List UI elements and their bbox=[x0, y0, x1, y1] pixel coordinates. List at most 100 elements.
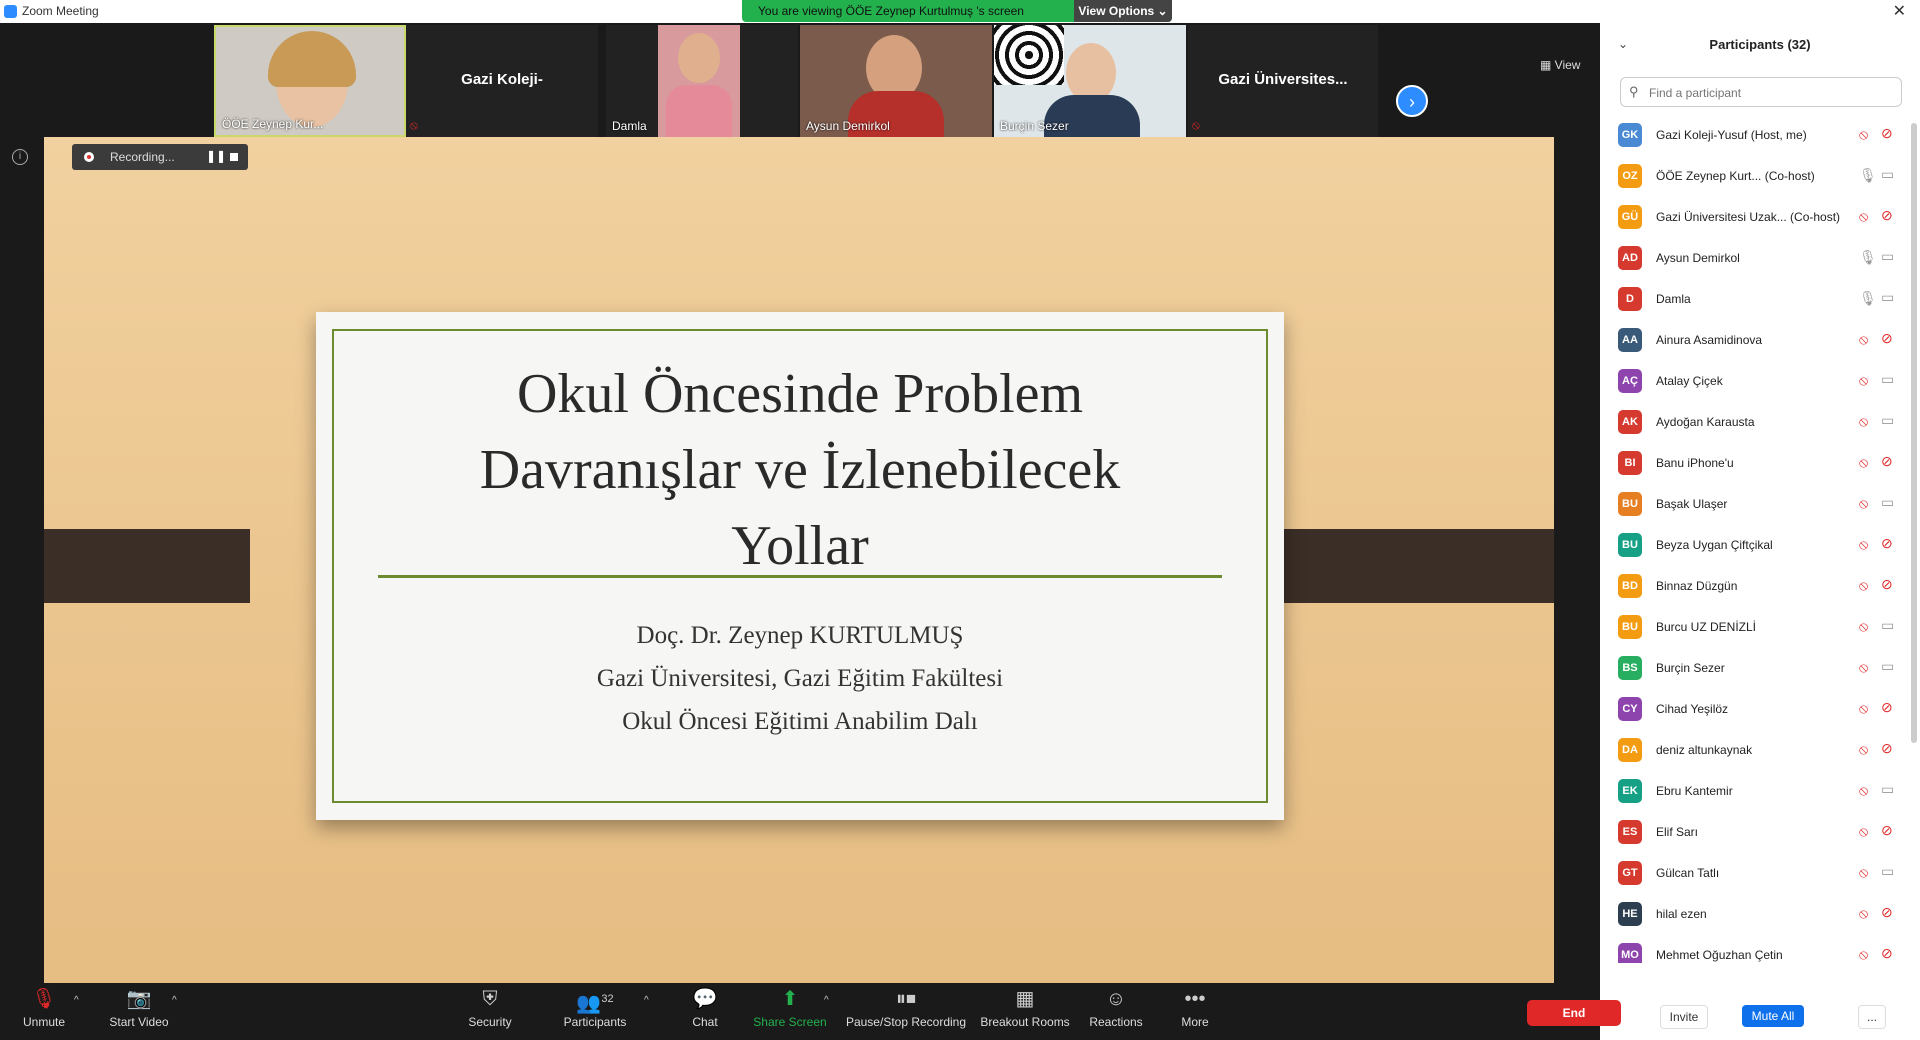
participant-row[interactable]: BI Banu iPhone'u ⦸ ⊘ bbox=[1600, 443, 1912, 484]
participant-row[interactable]: EK Ebru Kantemir ⦸ ▭ bbox=[1600, 771, 1912, 812]
video-off-icon: ⊘ bbox=[1881, 330, 1893, 346]
video-icon: ▭ bbox=[1881, 248, 1895, 264]
participant-name: ÖÖE Zeynep Kurt... (Co-host) bbox=[1656, 169, 1815, 183]
end-meeting-button[interactable]: End bbox=[1527, 1000, 1621, 1026]
video-tile-name: Aysun Demirkol bbox=[806, 119, 890, 133]
participant-row[interactable]: AK Aydoğan Karausta ⦸ ▭ bbox=[1600, 402, 1912, 443]
unmute-label: Unmute bbox=[22, 1015, 66, 1029]
mute-all-button[interactable]: Mute All bbox=[1742, 1005, 1804, 1027]
participants-panel: ⌄ Participants (32) ⚲ GKGazi Koleji-Yusu… bbox=[1600, 23, 1920, 1040]
participant-name: Damla bbox=[1656, 292, 1691, 306]
participant-row[interactable]: HE hilal ezen ⦸ ⊘ bbox=[1600, 894, 1912, 935]
muted-mic-icon: ⦸ bbox=[1859, 495, 1869, 511]
stop-recording-icon[interactable] bbox=[230, 153, 238, 161]
participant-row[interactable]: BS Burçin Sezer ⦸ ▭ bbox=[1600, 648, 1912, 689]
more-options-button[interactable]: ... bbox=[1858, 1005, 1886, 1029]
view-options-button[interactable]: View Options ⌄ bbox=[1074, 0, 1172, 22]
participant-name: Gazi Koleji-Yusuf (Host, me) bbox=[1656, 128, 1807, 142]
invite-button[interactable]: Invite bbox=[1660, 1005, 1708, 1029]
security-button[interactable]: ⛨ Security bbox=[460, 983, 520, 1040]
breakout-rooms-button[interactable]: ▦ Breakout Rooms bbox=[980, 983, 1070, 1040]
avatar: CY bbox=[1618, 697, 1642, 721]
muted-mic-icon: ⦸ bbox=[1859, 823, 1869, 839]
video-tile[interactable]: Gazi Koleji- ⦸ bbox=[406, 25, 598, 137]
participants-caret-icon[interactable]: ^ bbox=[644, 995, 649, 1006]
pause-stop-icon: ⏸⏹ bbox=[896, 988, 916, 1010]
info-icon[interactable]: i bbox=[12, 149, 28, 165]
participant-row[interactable]: OZ ÖÖE Zeynep Kurt... (Co-host) 🎙 ▭ bbox=[1600, 156, 1912, 197]
participants-icon: 👥32 bbox=[576, 992, 614, 1015]
next-page-button[interactable]: › bbox=[1396, 85, 1428, 117]
participant-row[interactable]: GK Gazi Koleji-Yusuf (Host, me) ⦸ ⊘ bbox=[1600, 115, 1912, 156]
video-tile-name: Burçin Sezer bbox=[1000, 119, 1069, 133]
video-tile[interactable]: Burçin Sezer bbox=[994, 25, 1186, 137]
slide-department: Okul Öncesi Eğitimi Anabilim Dalı bbox=[622, 708, 978, 735]
participant-row[interactable]: BU Burcu UZ DENİZLİ ⦸ ▭ bbox=[1600, 607, 1912, 648]
video-tile-active-speaker[interactable]: ÖÖE Zeynep Kur... bbox=[214, 25, 406, 137]
close-icon[interactable]: ✕ bbox=[1893, 1, 1906, 21]
video-tile[interactable]: Aysun Demirkol bbox=[800, 25, 992, 137]
avatar: AA bbox=[1618, 328, 1642, 352]
muted-mic-icon: ⦸ bbox=[1859, 536, 1869, 552]
share-screen-button[interactable]: ⬆ Share Screen bbox=[750, 983, 830, 1040]
video-tile-name-large: Gazi Koleji- bbox=[461, 71, 543, 88]
video-icon: ▭ bbox=[1881, 617, 1895, 633]
muted-mic-icon: ⦸ bbox=[1859, 741, 1869, 757]
participants-label: Participants bbox=[563, 1015, 627, 1029]
participant-row[interactable]: AÇ Atalay Çiçek ⦸ ▭ bbox=[1600, 361, 1912, 402]
scrollbar[interactable] bbox=[1911, 123, 1917, 743]
participant-row[interactable]: CY Cihad Yeşilöz ⦸ ⊘ bbox=[1600, 689, 1912, 730]
muted-mic-icon: ⦸ bbox=[1859, 413, 1869, 429]
view-button[interactable]: ▦ View bbox=[1540, 58, 1580, 72]
participant-name: Ebru Kantemir bbox=[1656, 784, 1733, 798]
unmute-button[interactable]: 🎙 Unmute bbox=[14, 983, 74, 1040]
participants-button[interactable]: 👥32 Participants bbox=[560, 983, 630, 1040]
participant-row[interactable]: AA Ainura Asamidinova ⦸ ⊘ bbox=[1600, 320, 1912, 361]
shared-screen: Okul Öncesinde Problem Davranışlar ve İz… bbox=[44, 137, 1554, 985]
start-video-button[interactable]: 📷 Start Video bbox=[104, 983, 174, 1040]
participant-row[interactable]: DA deniz altunkaynak ⦸ ⊘ bbox=[1600, 730, 1912, 771]
participant-row[interactable]: AD Aysun Demirkol 🎙 ▭ bbox=[1600, 238, 1912, 279]
participant-name: Gazi Üniversitesi Uzak... (Co-host) bbox=[1656, 210, 1841, 224]
muted-microphone-icon: 🎙 bbox=[31, 988, 57, 1010]
participant-row[interactable]: BD Binnaz Düzgün ⦸ ⊘ bbox=[1600, 566, 1912, 607]
video-options-caret-icon[interactable]: ^ bbox=[172, 995, 177, 1006]
participant-row[interactable]: GT Gülcan Tatlı ⦸ ▭ bbox=[1600, 853, 1912, 894]
video-off-icon: 📷 bbox=[126, 988, 152, 1010]
participant-row[interactable]: BU Beyza Uygan Çiftçikal ⦸ ⊘ bbox=[1600, 525, 1912, 566]
background-pattern bbox=[994, 25, 1064, 85]
participant-row[interactable]: ES Elif Sarı ⦸ ⊘ bbox=[1600, 812, 1912, 853]
muted-mic-icon: ⦸ bbox=[1859, 782, 1869, 798]
breakout-rooms-label: Breakout Rooms bbox=[980, 1015, 1070, 1029]
participant-hair bbox=[268, 31, 356, 87]
video-strip: ÖÖE Zeynep Kur... Gazi Koleji- ⦸ Damla A… bbox=[210, 25, 1390, 137]
reactions-button[interactable]: ☺ Reactions bbox=[1086, 983, 1146, 1040]
video-icon: ▭ bbox=[1881, 863, 1895, 879]
share-screen-label: Share Screen bbox=[753, 1015, 827, 1029]
participant-row[interactable]: D Damla 🎙 ▭ bbox=[1600, 279, 1912, 320]
more-button[interactable]: ••• More bbox=[1170, 983, 1220, 1040]
participant-row[interactable]: MO Mehmet Oğuzhan Çetin ⦸ ⊘ bbox=[1600, 935, 1912, 963]
participant-search[interactable]: ⚲ bbox=[1620, 77, 1902, 107]
decorative-band-left bbox=[44, 529, 250, 603]
pause-recording-icon[interactable]: ❚❚ bbox=[206, 149, 226, 163]
participant-row[interactable]: BU Başak Ulaşer ⦸ ▭ bbox=[1600, 484, 1912, 525]
participant-name: Elif Sarı bbox=[1656, 825, 1699, 839]
pause-stop-recording-button[interactable]: ⏸⏹ Pause/Stop Recording bbox=[844, 983, 968, 1040]
muted-mic-icon: ⦸ bbox=[1859, 577, 1869, 593]
participant-name: Gülcan Tatlı bbox=[1656, 866, 1720, 880]
more-label: More bbox=[1181, 1015, 1209, 1029]
video-off-icon: ⊘ bbox=[1881, 535, 1893, 551]
video-icon: ▭ bbox=[1881, 289, 1895, 305]
chat-button[interactable]: 💬 Chat bbox=[680, 983, 730, 1040]
video-tile[interactable]: Gazi Üniversites... ⦸ bbox=[1188, 25, 1378, 137]
avatar: GÜ bbox=[1618, 205, 1642, 229]
video-off-icon: ⊘ bbox=[1881, 822, 1893, 838]
video-tile[interactable]: Damla bbox=[606, 25, 798, 137]
participant-row[interactable]: GÜ Gazi Üniversitesi Uzak... (Co-host) ⦸ ⊘ bbox=[1600, 197, 1912, 238]
audio-options-caret-icon[interactable]: ^ bbox=[74, 995, 79, 1006]
participant-name: Cihad Yeşilöz bbox=[1656, 702, 1729, 716]
share-options-caret-icon[interactable]: ^ bbox=[824, 995, 829, 1006]
participant-name: Atalay Çiçek bbox=[1656, 374, 1723, 388]
participant-search-input[interactable] bbox=[1647, 82, 1891, 104]
